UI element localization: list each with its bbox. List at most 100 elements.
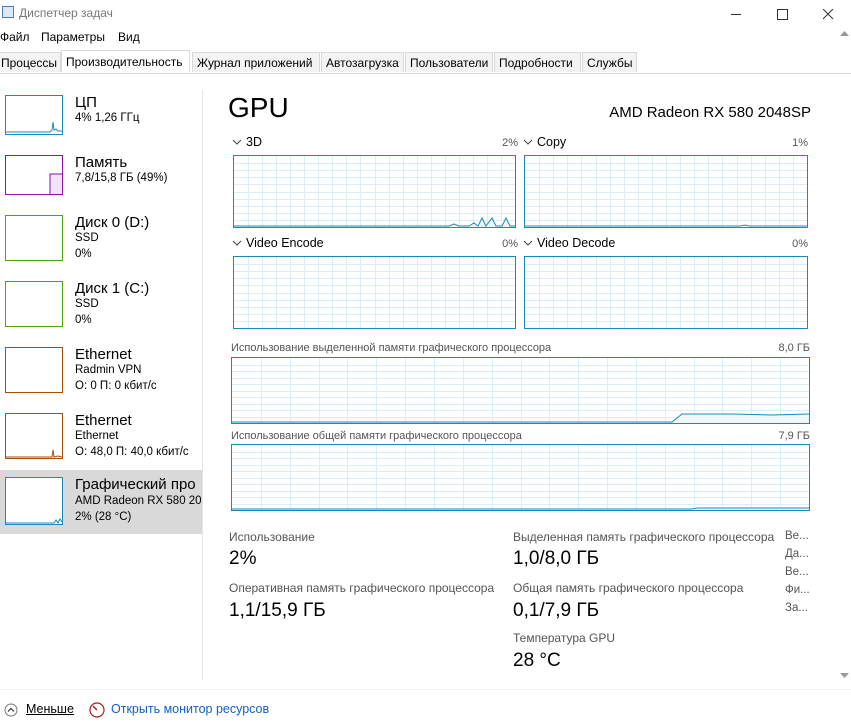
engine-selector-copy[interactable]: Copy (537, 135, 566, 149)
sidebar-item-label: Диск 0 (D:) (75, 214, 150, 231)
scroll-up-icon (840, 31, 849, 36)
sidebar-item-disk0[interactable]: Диск 0 (D:) SSD 0% (0, 208, 202, 272)
sidebar-item-detail: 2% (28 °C) (75, 511, 132, 523)
sidebar-item-detail: AMD Radeon RX 580 204 (75, 495, 201, 507)
task-manager-icon (2, 6, 14, 18)
graph-copy (524, 155, 808, 228)
disk0-thumbnail-graph (5, 215, 63, 261)
tab-users[interactable]: Пользователи (405, 52, 493, 72)
graph-video-decode (524, 256, 808, 329)
graph-grid (525, 257, 807, 328)
chevron-down-icon[interactable] (523, 239, 533, 249)
minimize-icon (730, 13, 741, 15)
graph-grid (234, 156, 515, 227)
sidebar-item-disk1[interactable]: Диск 1 (C:) SSD 0% (0, 274, 202, 338)
footer-divider (0, 689, 851, 690)
tab-app-history[interactable]: Журнал приложений (192, 52, 320, 72)
graph-grid (525, 156, 807, 227)
title-bar: Диспетчер задач (0, 0, 851, 28)
engine-selector-video-decode[interactable]: Video Decode (537, 236, 615, 250)
shared-memory-label: Общая память графического процессора (513, 581, 744, 595)
truncated-label: Фи... (785, 584, 810, 596)
graph-3d (233, 155, 516, 228)
sidebar-item-detail: Radmin VPN (75, 364, 142, 376)
menu-view[interactable]: Вид (118, 30, 140, 44)
shared-memory-value: 0,1/7,9 ГБ (513, 600, 600, 621)
sidebar-item-label: Графический про (75, 476, 196, 493)
dedicated-memory-graph (231, 357, 810, 424)
sidebar-item-memory[interactable]: Память 7,8/15,8 ГБ (49%) (0, 148, 202, 212)
open-resource-monitor-label[interactable]: Открыть монитор ресурсов (111, 702, 269, 716)
disk1-thumbnail-graph (5, 281, 63, 327)
usage-label: Использование (229, 530, 315, 544)
less-details-label[interactable]: Меньше (26, 702, 74, 716)
ethernet-thumbnail-graph (5, 413, 63, 459)
chevron-down-icon[interactable] (232, 239, 242, 249)
scroll-up-arrow[interactable] (840, 30, 849, 39)
menu-file[interactable]: Файл (0, 30, 30, 44)
close-icon (822, 8, 833, 19)
shared-memory-graph-label: Использование общей памяти графического … (231, 430, 522, 442)
sidebar-item-label: Диск 1 (C:) (75, 280, 150, 297)
sidebar-item-detail: Ethernet (75, 430, 119, 442)
sidebar-item-detail: 0% (75, 314, 92, 326)
truncated-label: Ве... (785, 530, 809, 542)
tab-performance[interactable]: Производительность (61, 50, 190, 72)
maximize-icon (776, 8, 788, 20)
sidebar-item-label: Ethernet (75, 346, 132, 363)
ethernet-thumbnail-graph (5, 347, 63, 393)
minimize-button[interactable] (713, 0, 759, 28)
sidebar-divider (202, 90, 203, 680)
scroll-down-icon (840, 673, 849, 678)
graph-video-encode (233, 256, 516, 329)
sidebar-item-detail: SSD (75, 232, 99, 244)
tab-processes[interactable]: Процессы (0, 52, 61, 72)
engine-percent: 2% (502, 137, 518, 149)
dedicated-memory-graph-label: Использование выделенной памяти графичес… (231, 342, 552, 354)
dedicated-memory-value: 1,0/8,0 ГБ (513, 548, 600, 569)
sidebar-item-cpu[interactable]: ЦП 4% 1,26 ГГц (0, 88, 202, 152)
engine-percent: 1% (792, 137, 808, 149)
truncated-label: Ве... (785, 566, 809, 578)
window-title: Диспетчер задач (19, 6, 113, 20)
graph-grid (232, 358, 810, 423)
gpu-thumbnail-graph (5, 477, 63, 525)
sidebar-item-gpu[interactable]: Графический про AMD Radeon RX 580 204 2%… (0, 470, 202, 534)
sidebar-item-detail: О: 0 П: 0 кбит/с (75, 380, 157, 392)
cpu-thumbnail-graph (5, 95, 63, 135)
menu-options[interactable]: Параметры (41, 30, 105, 44)
gpu-ram-label: Оперативная память графического процессо… (229, 581, 495, 595)
sidebar-item-detail: 7,8/15,8 ГБ (49%) (75, 172, 168, 184)
sidebar-item-detail: 0% (75, 248, 92, 260)
shared-memory-max: 7,9 ГБ (778, 430, 810, 442)
sidebar-item-ethernet[interactable]: Ethernet Ethernet О: 48,0 П: 40,0 кбит/с (0, 406, 202, 470)
tab-details[interactable]: Подробности (494, 52, 581, 72)
truncated-label: Да... (785, 548, 809, 560)
gpu-ram-value: 1,1/15,9 ГБ (229, 600, 326, 621)
scroll-down-arrow[interactable] (840, 672, 849, 681)
sidebar-item-detail: О: 48,0 П: 40,0 кбит/с (75, 446, 189, 458)
gpu-temperature-label: Температура GPU (513, 631, 616, 645)
sidebar-item-detail: SSD (75, 298, 99, 310)
engine-selector-3d[interactable]: 3D (246, 135, 262, 149)
resource-monitor-icon (89, 702, 105, 718)
memory-thumbnail-graph (5, 155, 63, 195)
dedicated-memory-label: Выделенная память графического процессор… (513, 530, 775, 544)
tab-services[interactable]: Службы (582, 52, 637, 72)
chevron-down-icon[interactable] (232, 138, 242, 148)
engine-selector-video-encode[interactable]: Video Encode (246, 236, 324, 250)
tab-startup[interactable]: Автозагрузка (321, 52, 404, 72)
sidebar-item-ethernet-radmin[interactable]: Ethernet Radmin VPN О: 0 П: 0 кбит/с (0, 340, 202, 404)
sidebar-item-label: ЦП (75, 94, 97, 111)
close-button[interactable] (805, 0, 851, 28)
chevron-down-icon[interactable] (523, 138, 533, 148)
sidebar-item-detail: 4% 1,26 ГГц (75, 112, 140, 124)
usage-value: 2% (229, 548, 257, 569)
gpu-model-name: AMD Radeon RX 580 2048SP (609, 104, 811, 121)
graph-grid (234, 257, 515, 328)
gpu-temperature-value: 28 °C (513, 650, 561, 671)
dedicated-memory-max: 8,0 ГБ (778, 342, 810, 354)
maximize-button[interactable] (759, 0, 805, 28)
shared-memory-graph (231, 444, 810, 511)
page-title: GPU (228, 92, 289, 123)
